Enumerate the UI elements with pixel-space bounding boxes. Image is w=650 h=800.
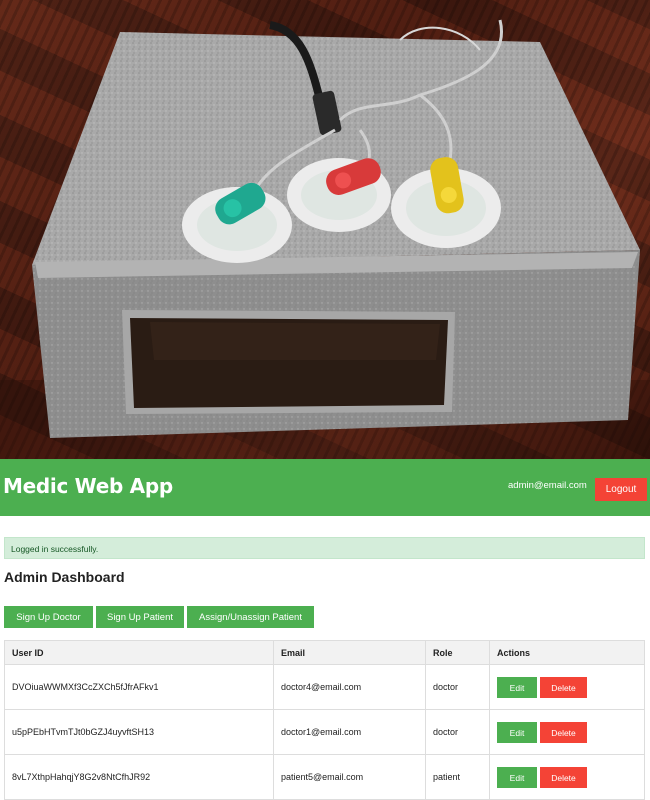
cell-role: doctor <box>425 665 489 709</box>
cell-email: doctor1@email.com <box>273 710 425 754</box>
delete-button[interactable]: Delete <box>540 677 587 698</box>
cell-actions: Edit Delete <box>489 665 644 709</box>
page-title: Admin Dashboard <box>4 569 125 585</box>
edit-button[interactable]: Edit <box>497 722 537 743</box>
app-title: Medic Web App <box>3 474 173 498</box>
ecg-device-photo-icon <box>0 19 650 459</box>
users-table: User ID Email Role Actions DVOiuaWWMXf3C… <box>4 640 645 800</box>
cell-actions: Edit Delete <box>489 710 644 754</box>
header-role: Role <box>425 641 489 664</box>
sign-up-doctor-button[interactable]: Sign Up Doctor <box>4 606 93 628</box>
header-actions: Actions <box>489 641 644 664</box>
user-email: admin@email.com <box>508 480 587 491</box>
table-row: DVOiuaWWMXf3CcZXCh5fJfrAFkv1 doctor4@ema… <box>5 665 644 710</box>
header-user-id: User ID <box>12 647 44 658</box>
logout-button[interactable]: Logout <box>595 478 647 501</box>
cell-user-id: 8vL7XthpHahqjY8G2v8NtCfhJR92 <box>12 772 151 782</box>
cell-user-id: DVOiuaWWMXf3CcZXCh5fJfrAFkv1 <box>12 682 159 692</box>
assign-patient-button[interactable]: Assign/Unassign Patient <box>187 606 314 628</box>
table-header: User ID Email Role Actions <box>5 641 644 665</box>
cell-role: patient <box>425 755 489 799</box>
delete-button[interactable]: Delete <box>540 767 587 788</box>
edit-button[interactable]: Edit <box>497 677 537 698</box>
header-email: Email <box>273 641 425 664</box>
cell-user-id: u5pPEbHTvmTJt0bGZJ4uyvftSH13 <box>12 727 155 737</box>
cell-email: doctor4@email.com <box>273 665 425 709</box>
cell-actions: Edit Delete <box>489 755 644 799</box>
app-header: Medic Web App admin@email.com Logout <box>0 459 650 516</box>
cell-email: patient5@email.com <box>273 755 425 799</box>
edit-button[interactable]: Edit <box>497 767 537 788</box>
table-row: 8vL7XthpHahqjY8G2v8NtCfhJR92 patient5@em… <box>5 755 644 800</box>
delete-button[interactable]: Delete <box>540 722 587 743</box>
ecg-device-photo <box>0 0 650 459</box>
success-alert: Logged in successfully. <box>4 537 645 559</box>
table-row: u5pPEbHTvmTJt0bGZJ4uyvftSH13 doctor1@ema… <box>5 710 644 755</box>
sign-up-patient-button[interactable]: Sign Up Patient <box>96 606 184 628</box>
cell-role: doctor <box>425 710 489 754</box>
